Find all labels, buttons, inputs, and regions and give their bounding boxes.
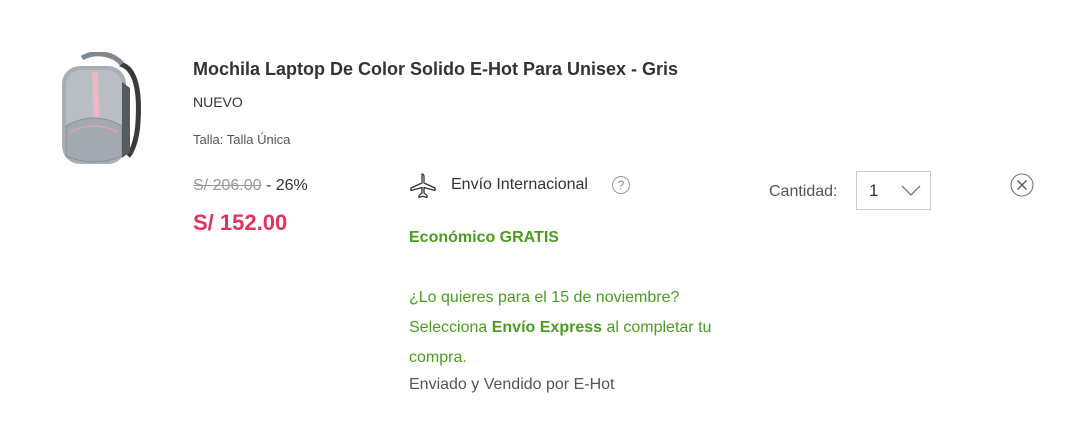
discount-percent: - 26%	[265, 177, 308, 194]
remove-item-icon[interactable]	[1010, 173, 1034, 197]
product-image[interactable]	[52, 52, 144, 170]
product-title[interactable]: Mochila Laptop De Color Solido E-Hot Par…	[193, 59, 678, 80]
economy-shipping: Económico GRATIS	[409, 229, 559, 246]
chevron-down-icon	[901, 185, 921, 196]
quantity-value: 1	[869, 181, 879, 200]
product-size: Talla: Talla Única	[193, 132, 291, 147]
product-condition: NUEVO	[193, 94, 243, 110]
quantity-select[interactable]: 1	[856, 171, 931, 210]
current-price: S/ 152.00	[193, 210, 288, 235]
original-price: S/ 206.00	[193, 177, 262, 194]
quantity-label: Cantidad:	[769, 183, 838, 200]
help-icon[interactable]: ?	[612, 176, 630, 194]
original-price-row: S/ 206.00 - 26%	[193, 177, 308, 195]
express-promo: ¿Lo quieres para el 15 de noviembre? Sel…	[409, 283, 749, 373]
airplane-icon	[410, 173, 436, 199]
seller-info: Enviado y Vendido por E-Hot	[409, 376, 615, 393]
shipping-label: Envío Internacional	[451, 176, 588, 193]
express-option: Envío Express	[491, 319, 603, 336]
